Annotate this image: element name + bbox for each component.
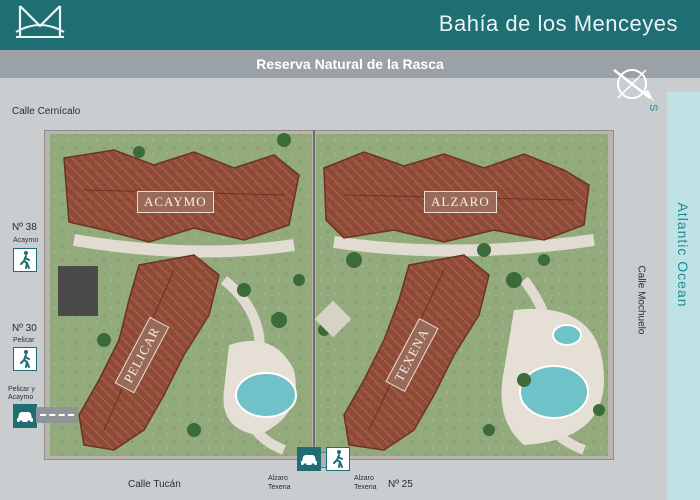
parking-entrance-alzaro-texena[interactable] — [297, 447, 321, 471]
header-bar: Bahía de los Menceyes — [0, 0, 700, 50]
building-label-alzaro: ALZARO — [424, 191, 497, 213]
street-label-bottom: Calle Tucán — [128, 479, 181, 490]
pedestrian-entrance-alzaro-texena[interactable] — [326, 447, 350, 471]
pedestrian-entrance-pelicar[interactable] — [13, 347, 37, 371]
compass-icon: S — [613, 69, 659, 111]
walk-bottom-line1: Alzaro — [354, 475, 374, 482]
parking-label-line2: Acaymo — [8, 394, 34, 401]
entrance-number-38: Nº 38 — [12, 222, 37, 233]
street-label-right: Calle Mochuelo — [635, 265, 647, 335]
pedestrian-icon — [20, 251, 30, 269]
nature-reserve-label: Reserva Natural de la Rasca — [256, 56, 444, 72]
page-title: Bahía de los Menceyes — [438, 11, 678, 36]
building-label-acaymo: ACAYMO — [137, 191, 214, 213]
ocean-label: Atlantic Ocean — [675, 202, 691, 308]
car-icon — [17, 412, 33, 424]
compass-letter: S — [647, 104, 659, 111]
walk-bottom-line2: Texena — [354, 484, 377, 491]
driveway-marking — [40, 414, 74, 416]
parking-entrance-pelicar-acaymo[interactable] — [13, 404, 37, 428]
street-label-top: Calle Cernícalo — [12, 106, 81, 117]
parking-bottom-line1: Alzaro — [268, 475, 288, 482]
pedestrian-entrance-acaymo[interactable] — [13, 248, 37, 272]
entrance-name-pelicar: Pelicar — [13, 337, 35, 344]
pedestrian-icon — [20, 350, 30, 368]
parking-bottom-line2: Texena — [268, 484, 291, 491]
entrance-number-30: Nº 30 — [12, 323, 37, 334]
entrance-number-25: Nº 25 — [388, 479, 413, 490]
entrance-name-acaymo: Acaymo — [13, 237, 39, 244]
site-plan — [44, 130, 614, 460]
car-icon — [301, 455, 317, 467]
pedestrian-icon — [333, 450, 343, 468]
parking-label-line1: Pelicar y — [8, 386, 35, 393]
m-bridge-logo-icon — [15, 5, 65, 38]
